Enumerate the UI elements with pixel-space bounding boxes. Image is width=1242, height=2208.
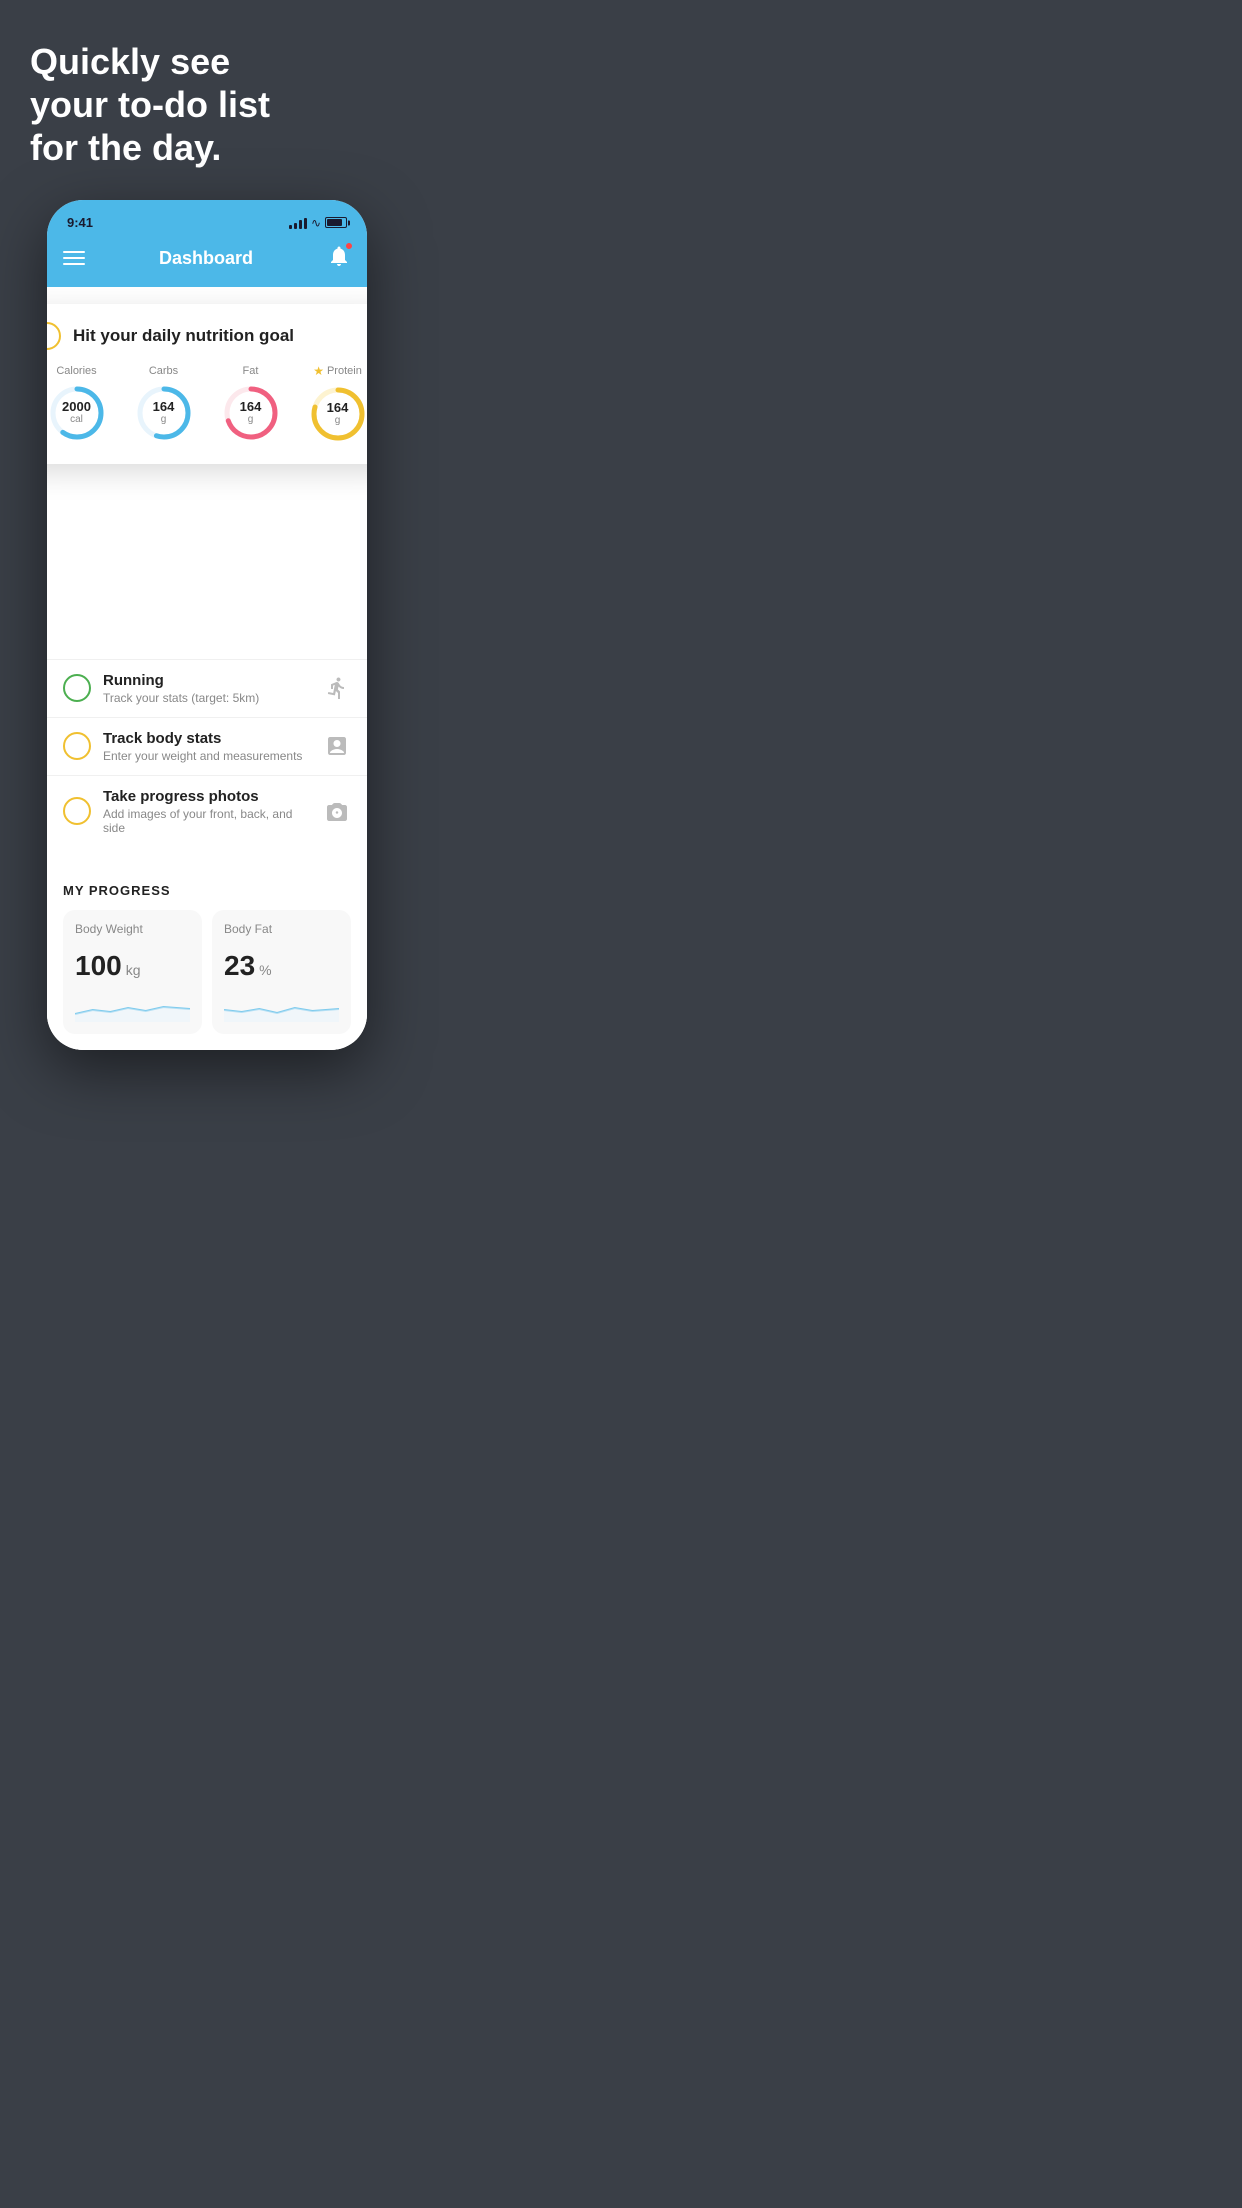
- todo-list: Running Track your stats (target: 5km) T…: [47, 659, 367, 847]
- nutrition-card-title: Hit your daily nutrition goal: [73, 326, 294, 346]
- todo-running[interactable]: Running Track your stats (target: 5km): [47, 659, 367, 717]
- body-stats-checkbox[interactable]: [63, 732, 91, 760]
- todo-body-stats[interactable]: Track body stats Enter your weight and m…: [47, 717, 367, 775]
- body-weight-value: 100: [75, 950, 122, 982]
- body-stats-content: Track body stats Enter your weight and m…: [103, 730, 311, 763]
- photos-checkbox[interactable]: [63, 797, 91, 825]
- fat-label: Fat: [243, 365, 259, 377]
- protein-label: ★ Protein: [313, 364, 362, 378]
- body-weight-unit: kg: [126, 962, 141, 978]
- calories-label: Calories: [56, 365, 96, 377]
- body-stats-subtitle: Enter your weight and measurements: [103, 749, 311, 763]
- body-stats-title: Track body stats: [103, 730, 311, 747]
- protein-unit: g: [327, 415, 349, 427]
- nutrition-card: Hit your daily nutrition goal Calories: [47, 304, 367, 464]
- card-header: Hit your daily nutrition goal: [47, 322, 367, 350]
- hero-section: Quickly see your to-do list for the day.: [0, 0, 414, 190]
- todo-photos[interactable]: Take progress photos Add images of your …: [47, 775, 367, 847]
- carbs-value: 164: [153, 399, 175, 415]
- photos-title: Take progress photos: [103, 788, 311, 805]
- body-fat-chart: [224, 992, 339, 1022]
- phone-mockup: 9:41 ∿ Dashboard: [47, 200, 367, 1050]
- wifi-icon: ∿: [311, 216, 321, 230]
- carbs-unit: g: [153, 414, 175, 426]
- protein-ring: 164 g: [308, 384, 368, 444]
- fat-unit: g: [240, 414, 262, 426]
- photos-subtitle: Add images of your front, back, and side: [103, 807, 311, 835]
- nutrition-checkbox[interactable]: [47, 322, 61, 350]
- background: Quickly see your to-do list for the day.…: [0, 0, 414, 1090]
- calories-ring: 2000 cal: [47, 383, 107, 443]
- carbs-item: Carbs 164 g: [134, 365, 194, 443]
- hero-title: Quickly see your to-do list for the day.: [30, 40, 384, 170]
- carbs-ring: 164 g: [134, 383, 194, 443]
- body-fat-value-row: 23 %: [224, 950, 339, 982]
- carbs-label: Carbs: [149, 365, 178, 377]
- protein-item: ★ Protein 164 g: [308, 364, 368, 444]
- menu-icon[interactable]: [63, 251, 85, 265]
- phone-content: THINGS TO DO TODAY Hit your daily nutrit…: [47, 287, 367, 1050]
- fat-item: Fat 164 g: [221, 365, 281, 443]
- notification-bell-icon[interactable]: [327, 244, 351, 273]
- progress-title: MY PROGRESS: [63, 883, 351, 898]
- running-checkbox[interactable]: [63, 674, 91, 702]
- status-time: 9:41: [67, 215, 93, 230]
- signal-icon: [289, 217, 307, 229]
- photos-content: Take progress photos Add images of your …: [103, 788, 311, 835]
- battery-icon: [325, 217, 347, 228]
- star-icon: ★: [313, 364, 324, 378]
- calories-item: Calories 2000 cal: [47, 365, 107, 443]
- app-header: Dashboard: [47, 236, 367, 287]
- running-title: Running: [103, 672, 311, 689]
- card-wrapper: Hit your daily nutrition goal Calories: [47, 324, 367, 499]
- protein-value: 164: [327, 400, 349, 416]
- body-weight-card-title: Body Weight: [75, 922, 190, 936]
- fat-value: 164: [240, 399, 262, 415]
- calories-value: 2000: [62, 399, 91, 415]
- body-weight-chart: [75, 992, 190, 1022]
- nutrition-grid: Calories 2000 cal: [47, 364, 367, 444]
- body-weight-card: Body Weight 100 kg: [63, 910, 202, 1034]
- body-fat-unit: %: [259, 962, 271, 978]
- body-fat-card: Body Fat 23 %: [212, 910, 351, 1034]
- running-icon: [323, 674, 351, 702]
- body-fat-card-title: Body Fat: [224, 922, 339, 936]
- calories-unit: cal: [62, 414, 91, 426]
- body-weight-value-row: 100 kg: [75, 950, 190, 982]
- scale-icon: [323, 732, 351, 760]
- notification-dot: [345, 242, 353, 250]
- fat-ring: 164 g: [221, 383, 281, 443]
- status-icons: ∿: [289, 216, 347, 230]
- status-bar: 9:41 ∿: [47, 200, 367, 236]
- body-fat-value: 23: [224, 950, 255, 982]
- running-content: Running Track your stats (target: 5km): [103, 672, 311, 705]
- header-title: Dashboard: [159, 248, 253, 269]
- progress-cards: Body Weight 100 kg: [63, 910, 351, 1034]
- my-progress-section: MY PROGRESS Body Weight 100 kg: [47, 867, 367, 1050]
- running-subtitle: Track your stats (target: 5km): [103, 691, 311, 705]
- photo-icon: [323, 797, 351, 825]
